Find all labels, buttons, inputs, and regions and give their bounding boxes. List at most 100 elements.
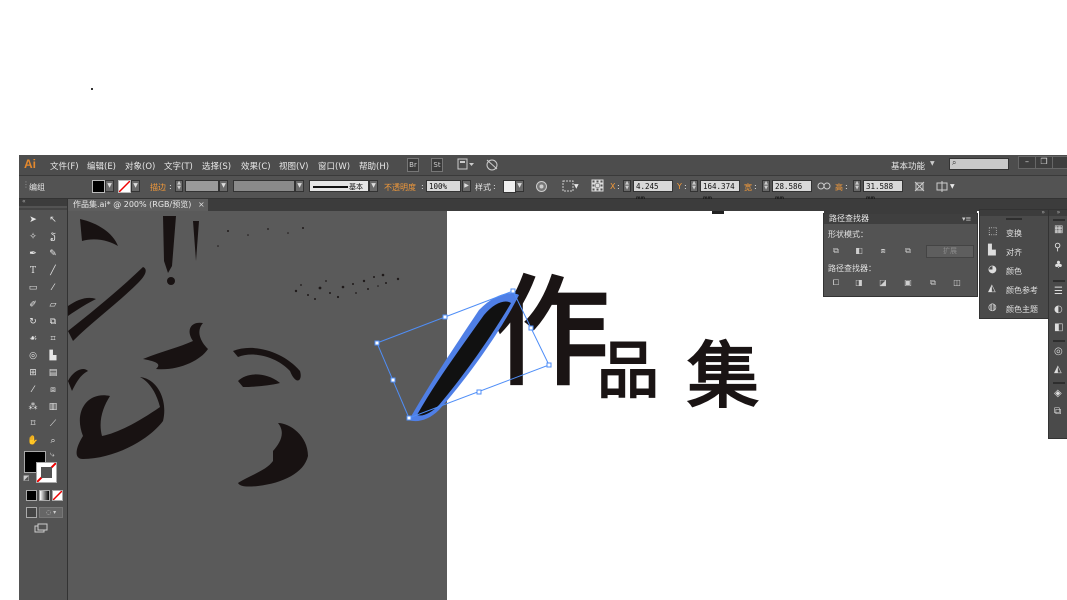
unite-icon[interactable]: ⧉ [830, 246, 842, 256]
width-stepper-icon[interactable]: ▲ ▼ [762, 180, 770, 192]
shape-builder-tool-icon[interactable]: ◎ [25, 349, 41, 363]
transparency-panel-icon[interactable]: ◧ [1054, 322, 1063, 333]
rectangle-tool-icon[interactable]: ▭ [25, 281, 41, 295]
gradient-mode-icon[interactable] [39, 490, 50, 501]
draw-mode-dropdown-icon[interactable]: ◌ ▾ [39, 507, 63, 518]
stroke-dropdown-icon[interactable]: ▼ [131, 180, 140, 192]
layers-panel-icon[interactable]: ◈ [1054, 388, 1062, 399]
dock-item-align[interactable]: ▙ 对齐 [982, 243, 1046, 260]
crop-icon[interactable]: ▣ [902, 278, 914, 288]
draw-normal-icon[interactable] [26, 507, 37, 518]
menu-object[interactable]: 对象(O) [125, 160, 155, 172]
height-stepper-icon[interactable]: ▲ ▼ [853, 180, 861, 192]
menu-file[interactable]: 文件(F) [50, 160, 79, 172]
swap-colors-icon[interactable]: ⤷ [50, 450, 54, 460]
restore-icon[interactable]: ❐ [1035, 156, 1053, 169]
rotate-tool-icon[interactable]: ↻ [25, 315, 41, 329]
constrain-proportions-icon[interactable] [817, 181, 831, 191]
stroke-weight-dropdown-icon[interactable]: ▼ [219, 180, 228, 192]
gpu-performance-icon[interactable] [485, 158, 499, 171]
graphic-styles-panel-icon[interactable]: ◭ [1054, 364, 1062, 375]
brush-dropdown-icon[interactable]: ▼ [369, 180, 378, 192]
symbols-icon[interactable]: ♣ [1054, 260, 1063, 271]
fill-dropdown-icon[interactable]: ▼ [105, 180, 114, 192]
screen-mode-icon[interactable] [34, 523, 48, 533]
stroke-weight-field[interactable] [185, 180, 219, 192]
color-mode-icon[interactable] [26, 490, 37, 501]
outline-icon[interactable]: ⧉ [927, 278, 939, 288]
variable-width-dropdown-icon[interactable]: ▼ [295, 180, 304, 192]
stroke-weight-label[interactable]: 描边 [150, 182, 166, 193]
scale-tool-icon[interactable]: ⧉ [45, 315, 61, 329]
panel-menu-icon[interactable]: ▾≡ [962, 214, 971, 224]
fill-swatch[interactable] [92, 180, 105, 193]
artboard-tool-icon[interactable]: ⌑ [25, 417, 41, 431]
tools-collapse-icon[interactable]: « [19, 199, 67, 206]
y-field[interactable]: 164.374 mm [700, 180, 740, 203]
gradient-panel-icon[interactable]: ◐ [1054, 304, 1063, 315]
workspace-chevron-icon[interactable]: ▼ [930, 160, 935, 167]
direct-selection-tool-icon[interactable]: ↖ [45, 213, 61, 227]
width-label[interactable]: 宽 [744, 182, 752, 193]
transform-icon[interactable] [913, 180, 926, 193]
warp-tool-icon[interactable]: ☙ [25, 332, 41, 346]
expand-button[interactable]: 扩展 [926, 245, 974, 258]
menu-edit[interactable]: 编辑(E) [87, 160, 116, 172]
blob-brush-tool-icon[interactable]: ✐ [25, 298, 41, 312]
artboards-panel-icon[interactable]: ⧉ [1054, 406, 1061, 417]
graphic-style-dropdown-icon[interactable]: ▼ [515, 180, 524, 192]
strip-collapse-icon[interactable]: » [1049, 210, 1067, 216]
workspace-switcher[interactable]: 基本功能 [891, 160, 925, 172]
menu-view[interactable]: 视图(V) [279, 160, 308, 172]
hand-tool-icon[interactable]: ✋ [25, 434, 41, 448]
pen-tool-icon[interactable]: ✒ [25, 247, 41, 261]
menu-effect[interactable]: 效果(C) [241, 160, 271, 172]
bridge-button[interactable]: Br [407, 158, 419, 172]
height-field[interactable]: 31.588 mm [863, 180, 903, 203]
paintbrush-tool-icon[interactable]: ⁄ [45, 281, 61, 295]
height-label[interactable]: 高 [835, 182, 843, 193]
brushes-icon[interactable]: ⚲ [1054, 242, 1061, 253]
minus-front-icon[interactable]: ◧ [853, 246, 865, 256]
zoom-tool-icon[interactable]: ⌕ [45, 434, 61, 448]
menu-help[interactable]: 帮助(H) [359, 160, 389, 172]
dock-collapse-icon[interactable]: » [980, 210, 1048, 216]
line-tool-icon[interactable]: ╱ [45, 264, 61, 278]
reference-point-icon[interactable] [591, 179, 604, 192]
pathfinder-title-bar[interactable]: 路径查找器 ▾≡ [824, 214, 977, 224]
appearance-panel-icon[interactable]: ◎ [1054, 346, 1063, 357]
slice-tool-icon[interactable]: ⟋ [45, 417, 61, 431]
x-field[interactable]: 4.245 mm [633, 180, 673, 203]
opacity-slider-icon[interactable]: ▶ [462, 180, 471, 192]
recolor-artwork-icon[interactable] [535, 180, 548, 193]
free-transform-tool-icon[interactable]: ⌗ [45, 332, 61, 346]
eyedropper-tool-icon[interactable]: ⁄ [25, 383, 41, 397]
close-window-icon[interactable] [1052, 156, 1067, 169]
selection-tool-icon[interactable]: ➤ [25, 213, 41, 227]
stroke-none-swatch[interactable] [118, 180, 131, 193]
menu-select[interactable]: 选择(S) [202, 160, 231, 172]
width-field[interactable]: 28.586 mm [772, 180, 812, 203]
divide-icon[interactable]: ⧠ [830, 278, 842, 288]
curvature-tool-icon[interactable]: ✎ [45, 247, 61, 261]
dock-item-transform[interactable]: ⬚ 变换 [982, 224, 1046, 241]
stock-button[interactable]: St [431, 158, 443, 172]
exclude-icon[interactable]: ⧉ [902, 246, 914, 256]
search-field[interactable]: ⌕ [949, 158, 1009, 170]
brush-definition-field[interactable]: 基本 [309, 180, 369, 192]
gradient-tool-icon[interactable]: ▤ [45, 366, 61, 380]
type-tool-icon[interactable]: T [25, 264, 41, 278]
dock-item-color[interactable]: ◕ 颜色 [982, 262, 1046, 279]
align-dropdown-icon[interactable]: ▼ [574, 183, 579, 190]
x-stepper-icon[interactable]: ▲ ▼ [623, 180, 631, 192]
x-label[interactable]: X [610, 182, 615, 191]
default-colors-icon[interactable]: ◩ [23, 474, 30, 482]
menu-type[interactable]: 文字(T) [164, 160, 193, 172]
title-glyph-pin[interactable]: 品 [597, 331, 659, 411]
more-options-icon[interactable]: ▼ [950, 183, 955, 190]
arrange-documents-icon[interactable] [457, 158, 475, 170]
magic-wand-tool-icon[interactable]: ✧ [25, 230, 41, 244]
opacity-field[interactable]: 100% [426, 180, 461, 192]
opacity-label[interactable]: 不透明度 [384, 182, 416, 193]
document-tab[interactable]: 作品集.ai* @ 200% (RGB/预览) × [68, 199, 208, 211]
